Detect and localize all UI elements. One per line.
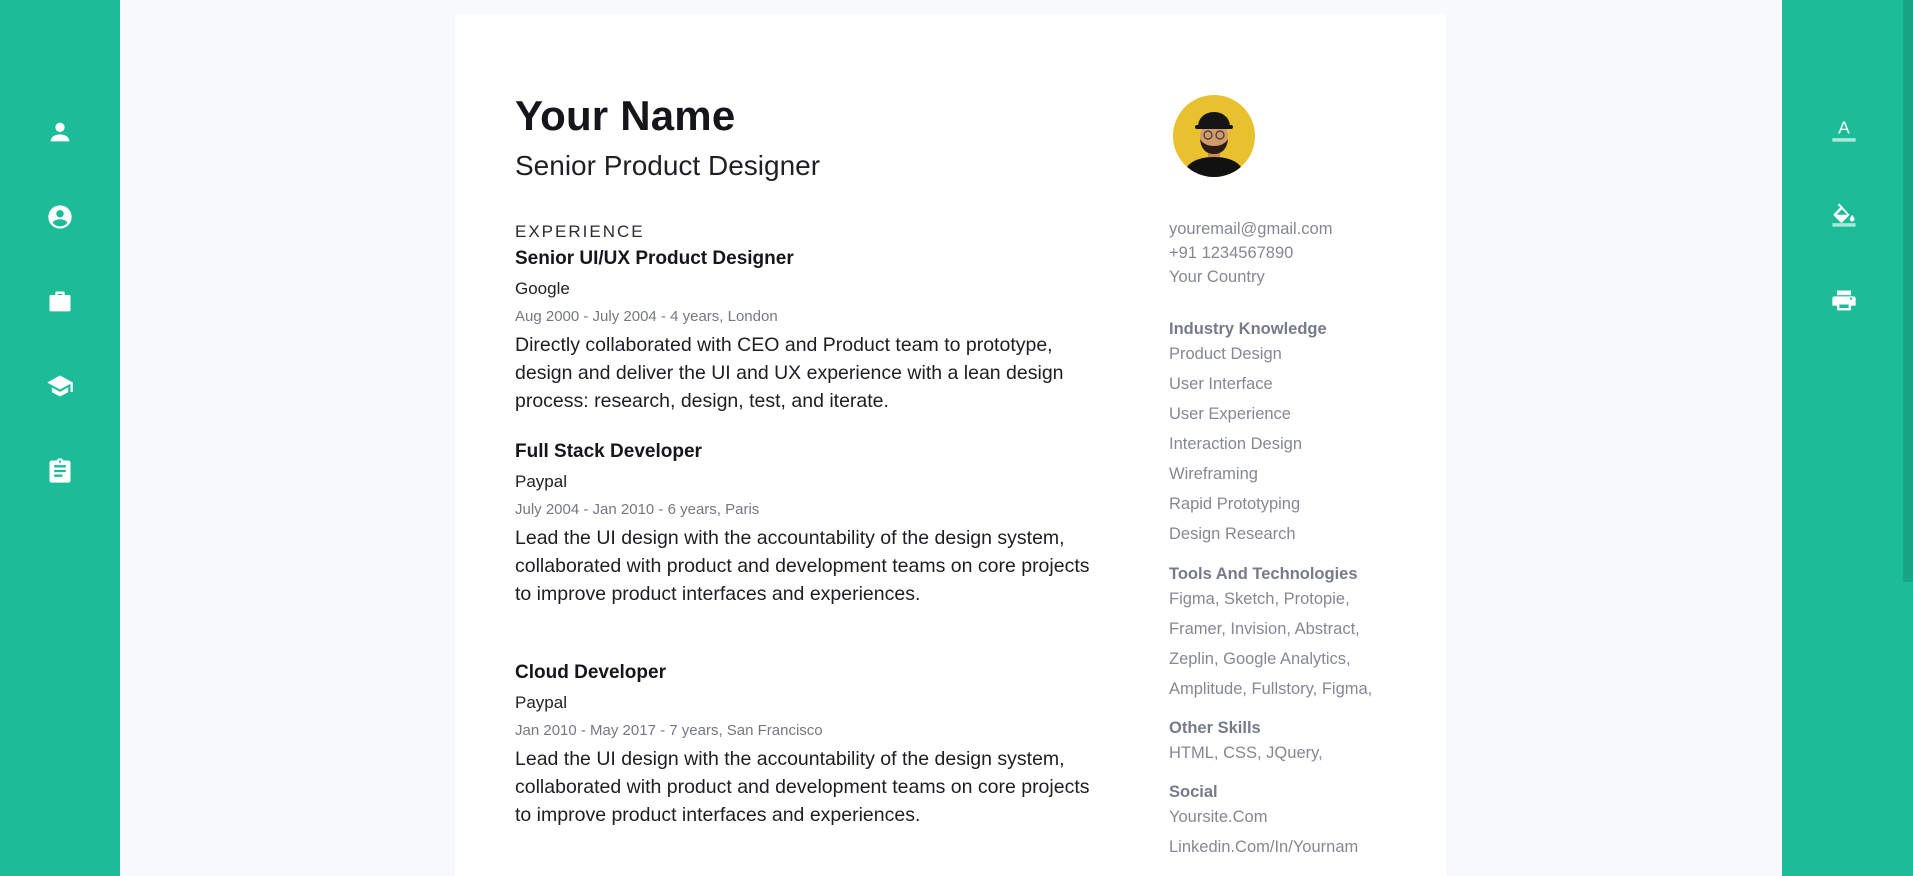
- font-settings-button[interactable]: A: [1824, 110, 1864, 150]
- skill-item: Wireframing: [1169, 465, 1258, 483]
- resume-role: Senior Product Designer: [515, 150, 821, 181]
- contact-email: youremail@gmail.com: [1169, 220, 1333, 238]
- scrollbar-thumb[interactable]: [1903, 0, 1913, 582]
- resume-page: Your Name Senior Product Designer EXPERI…: [455, 14, 1446, 876]
- skill-item: Rapid Prototyping: [1169, 495, 1301, 513]
- nav-profile-button[interactable]: [40, 197, 80, 237]
- tools-line: Zeplin, Google Analytics,: [1169, 650, 1351, 668]
- job-dates: July 2004 - Jan 2010 - 6 years, Paris: [515, 501, 760, 518]
- skill-item: Design Research: [1169, 525, 1296, 543]
- industry-knowledge-section: Industry Knowledge Product Design User I…: [1169, 320, 1409, 549]
- tools-line: Framer, Invision, Abstract,: [1169, 620, 1360, 638]
- job-company: Paypal: [515, 472, 567, 491]
- nav-education-button[interactable]: [40, 366, 80, 406]
- contact-block: youremail@gmail.com +91 1234567890 Your …: [1169, 217, 1332, 289]
- text-color-glyph: A: [1838, 118, 1850, 138]
- briefcase-icon: [49, 291, 71, 312]
- contact-phone: +91 1234567890: [1169, 244, 1294, 262]
- contact-country: Your Country: [1169, 268, 1265, 286]
- experience-heading: EXPERIENCE: [515, 222, 645, 241]
- job-title: Senior UI/UX Product Designer: [515, 248, 794, 269]
- nav-personal-info-button[interactable]: [40, 112, 80, 152]
- nav-experience-button[interactable]: [40, 282, 80, 322]
- social-link[interactable]: Yoursite.Com: [1169, 802, 1409, 832]
- person-icon: [50, 122, 70, 142]
- social-heading: Social: [1169, 783, 1218, 801]
- skill-item: Interaction Design: [1169, 435, 1302, 453]
- avatar: [1173, 95, 1255, 177]
- tools-line: Figma, Sketch, Protopie,: [1169, 590, 1350, 608]
- graduation-cap-icon: [47, 375, 73, 397]
- job-title: Full Stack Developer: [515, 441, 702, 462]
- avatar-image: [1173, 95, 1255, 177]
- color-theme-button[interactable]: [1824, 195, 1864, 235]
- print-icon: [1832, 290, 1856, 311]
- job-description: Lead the UI design with the accountabili…: [515, 527, 1090, 605]
- tools-heading: Tools And Technologies: [1169, 565, 1358, 583]
- job-description: Lead the UI design with the accountabili…: [515, 748, 1090, 826]
- right-toolbar: A: [1782, 0, 1913, 876]
- skill-item: Product Design: [1169, 345, 1282, 363]
- industry-knowledge-heading: Industry Knowledge: [1169, 320, 1327, 338]
- skill-item: User Experience: [1169, 405, 1291, 423]
- nav-summary-button[interactable]: [40, 451, 80, 491]
- social-link[interactable]: Linkedin.Com/In/Yournam: [1169, 832, 1409, 862]
- experience-item: Cloud Developer Paypal Jan 2010 - May 20…: [515, 662, 1095, 829]
- job-description: Directly collaborated with CEO and Produ…: [515, 334, 1064, 412]
- job-title: Cloud Developer: [515, 662, 666, 683]
- skill-item: User Interface: [1169, 375, 1273, 393]
- other-skills-text: HTML, CSS, JQuery,: [1169, 744, 1323, 762]
- text-color-icon: A: [1832, 118, 1856, 142]
- job-dates: Aug 2000 - July 2004 - 4 years, London: [515, 308, 778, 325]
- tools-line: Amplitude, Fullstory, Figma,: [1169, 680, 1373, 698]
- other-skills-section: Other Skills HTML, CSS, JQuery,: [1169, 719, 1409, 768]
- paint-bucket-icon: [1832, 203, 1856, 227]
- experience-item: Full Stack Developer Paypal July 2004 - …: [515, 441, 1095, 608]
- job-dates: Jan 2010 - May 2017 - 7 years, San Franc…: [515, 722, 823, 739]
- other-skills-heading: Other Skills: [1169, 719, 1261, 737]
- left-sidebar: [0, 0, 120, 876]
- print-button[interactable]: [1824, 281, 1864, 321]
- social-section: Social Yoursite.Com Linkedin.Com/In/Your…: [1169, 783, 1409, 862]
- experience-item: Senior UI/UX Product Designer Google Aug…: [515, 248, 1095, 415]
- job-company: Google: [515, 279, 570, 298]
- account-circle-icon: [48, 205, 72, 229]
- job-company: Paypal: [515, 693, 567, 712]
- tools-section: Tools And Technologies Figma, Sketch, Pr…: [1169, 565, 1409, 704]
- clipboard-icon: [49, 458, 71, 483]
- resume-name: Your Name: [515, 92, 736, 139]
